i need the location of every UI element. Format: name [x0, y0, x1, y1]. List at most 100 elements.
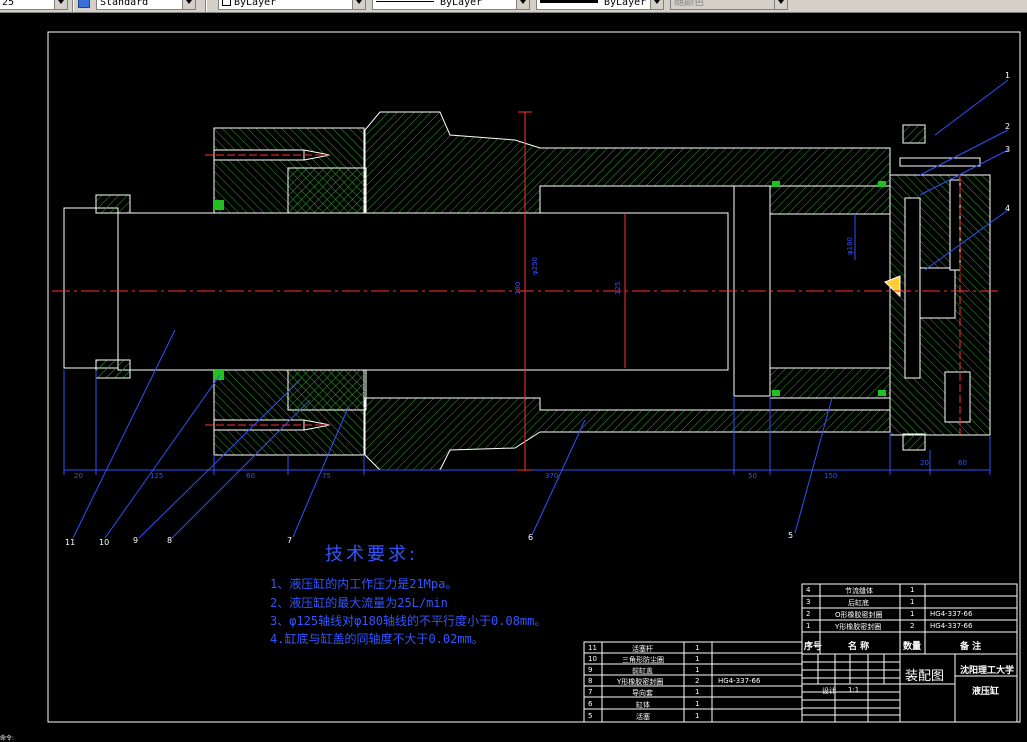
dimension-v1: φ250: [531, 257, 539, 275]
bom-lower-name: 活塞: [636, 713, 650, 721]
bom-upper-name: 节流缝体: [845, 587, 873, 595]
bom-upper-no: 1: [806, 622, 811, 630]
text-style-value: Standard: [100, 0, 149, 8]
linetype-preview-icon: [376, 1, 434, 2]
bom-lower-name: 缸体: [636, 701, 650, 709]
bom-lower-qty: 1: [695, 655, 700, 663]
linetype-scale-value: 25: [2, 0, 15, 8]
guide-sleeve-upper: [287, 167, 367, 214]
bom-upper-name: O形橡胶密封圈: [835, 611, 883, 619]
dimension-d3: 60: [246, 472, 255, 480]
drawing-type-label: 装配图: [905, 669, 945, 684]
bom-upper-no: 4: [806, 586, 811, 594]
bom-lower-qty: 1: [695, 700, 700, 708]
bom-header-name: 名 称: [848, 642, 870, 652]
dimension-d1: 20: [74, 472, 83, 480]
dimension-v4: φ180: [846, 237, 854, 255]
part-name: 液压缸: [972, 687, 1000, 697]
bom-lower-no: 6: [588, 700, 593, 708]
dimension-d7: 150: [824, 472, 837, 480]
balloon-2: 2: [1005, 122, 1010, 131]
linetype-scale-dropdown[interactable]: 25: [0, 0, 68, 10]
bom-lower-name: 三角形防尘圈: [622, 656, 664, 664]
bom-lower-no: 8: [588, 677, 593, 685]
lineweight-preview-icon: [540, 0, 598, 3]
balloon-9: 9: [133, 536, 138, 545]
drawing-canvas[interactable]: 20 125 60 75 370 50 150 20 60 φ250 180 1…: [0, 13, 1027, 742]
bom-upper-qty: 1: [910, 586, 915, 594]
bom-lower-name: 活塞杆: [632, 645, 653, 653]
bom-lower-name: Y形橡胶密封圈: [617, 678, 664, 686]
plot-style-value: 随颜色: [674, 0, 704, 8]
properties-toolbar: 25 Standard ByLayer ByLayer ByLayer 随颜色: [0, 0, 1027, 13]
color-swatch-icon: [222, 0, 231, 6]
guide-sleeve-lower: [287, 369, 367, 411]
linetype-value: ByLayer: [440, 0, 483, 8]
lineweight-dropdown[interactable]: ByLayer: [536, 0, 664, 10]
tech-requirement-2: 2、液压缸的最大流量为25L/min: [270, 596, 448, 610]
bom-lower-no: 5: [588, 712, 593, 720]
color-value: ByLayer: [234, 0, 277, 8]
designer-label: 设计: [822, 687, 836, 695]
balloon-4: 4: [1005, 204, 1010, 213]
toolbar-separator: [205, 0, 207, 12]
bom-upper-no: 2: [806, 610, 811, 618]
tech-requirement-4: 4.缸底与缸盖的同轴度不大于0.02mm。: [270, 632, 484, 646]
scale-label: 1:1: [848, 686, 860, 694]
bom-upper-note: HG4-337-66: [930, 610, 973, 618]
command-line[interactable]: 命令:: [0, 736, 40, 742]
bom-upper-note: HG4-337-66: [930, 622, 973, 630]
balloon-8: 8: [167, 536, 172, 545]
lineweight-value: ByLayer: [604, 0, 647, 8]
bom-upper-qty: 2: [910, 622, 915, 630]
assembly-drawing: 20 125 60 75 370 50 150 20 60 φ250 180 1…: [47, 31, 1021, 723]
bom-upper-qty: 1: [910, 598, 915, 606]
bom-lower-no: 11: [588, 644, 597, 652]
bom-upper-name: 后缸底: [848, 599, 869, 607]
toolbar-separator: [72, 0, 74, 12]
chevron-down-icon: [650, 0, 663, 9]
text-style-icon[interactable]: [78, 0, 90, 8]
balloon-11: 11: [65, 538, 75, 547]
dimension-v2: 180: [514, 282, 522, 295]
chevron-down-icon: [182, 0, 195, 9]
bom-header-note: 备 注: [960, 642, 982, 652]
chevron-down-icon: [516, 0, 529, 9]
color-dropdown[interactable]: ByLayer: [218, 0, 366, 10]
bom-upper-no: 3: [806, 598, 811, 606]
bom-lower-qty: 1: [695, 712, 700, 720]
tech-requirement-3: 3、φ125轴线对φ180轴线的不平行度小于0.08mm。: [270, 614, 547, 628]
bom-lower-no: 10: [588, 655, 597, 663]
chevron-down-icon: [54, 0, 67, 9]
bom-lower-no: 9: [588, 666, 593, 674]
bom-header-qty: 数量: [903, 642, 922, 652]
chevron-down-icon: [774, 0, 787, 9]
dimension-d5: 370: [545, 472, 558, 480]
bom-lower-qty: 1: [695, 688, 700, 696]
dimension-d8: 20: [920, 459, 929, 467]
rod-end: [63, 207, 119, 369]
text-style-dropdown[interactable]: Standard: [96, 0, 196, 10]
dimension-d2: 125: [150, 472, 163, 480]
balloon-6: 6: [528, 533, 533, 542]
bom-lower-name: 前缸盖: [632, 667, 653, 675]
dimension-v3: 125: [614, 282, 622, 295]
chevron-down-icon: [352, 0, 365, 9]
bom-upper-name: Y形橡胶密封圈: [835, 623, 882, 631]
bom-lower-name: 导向套: [632, 689, 653, 697]
linetype-dropdown[interactable]: ByLayer: [372, 0, 530, 10]
dimension-d6: 50: [748, 472, 757, 480]
cylinder-body-lower: [364, 397, 891, 471]
plot-style-dropdown[interactable]: 随颜色: [670, 0, 788, 10]
bom-header-no: 序号: [804, 642, 823, 652]
balloon-7: 7: [287, 536, 292, 545]
balloon-10: 10: [99, 538, 109, 547]
bom-upper-qty: 1: [910, 610, 915, 618]
bom-lower-qty: 2: [695, 677, 700, 685]
balloon-3: 3: [1005, 145, 1010, 154]
bom-lower-note: HG4-337-66: [718, 677, 761, 685]
tech-requirements-title: 技术要求:: [325, 544, 419, 565]
bom-lower-no: 7: [588, 688, 593, 696]
dimension-d9: 60: [958, 459, 967, 467]
dimension-d4: 75: [322, 472, 331, 480]
